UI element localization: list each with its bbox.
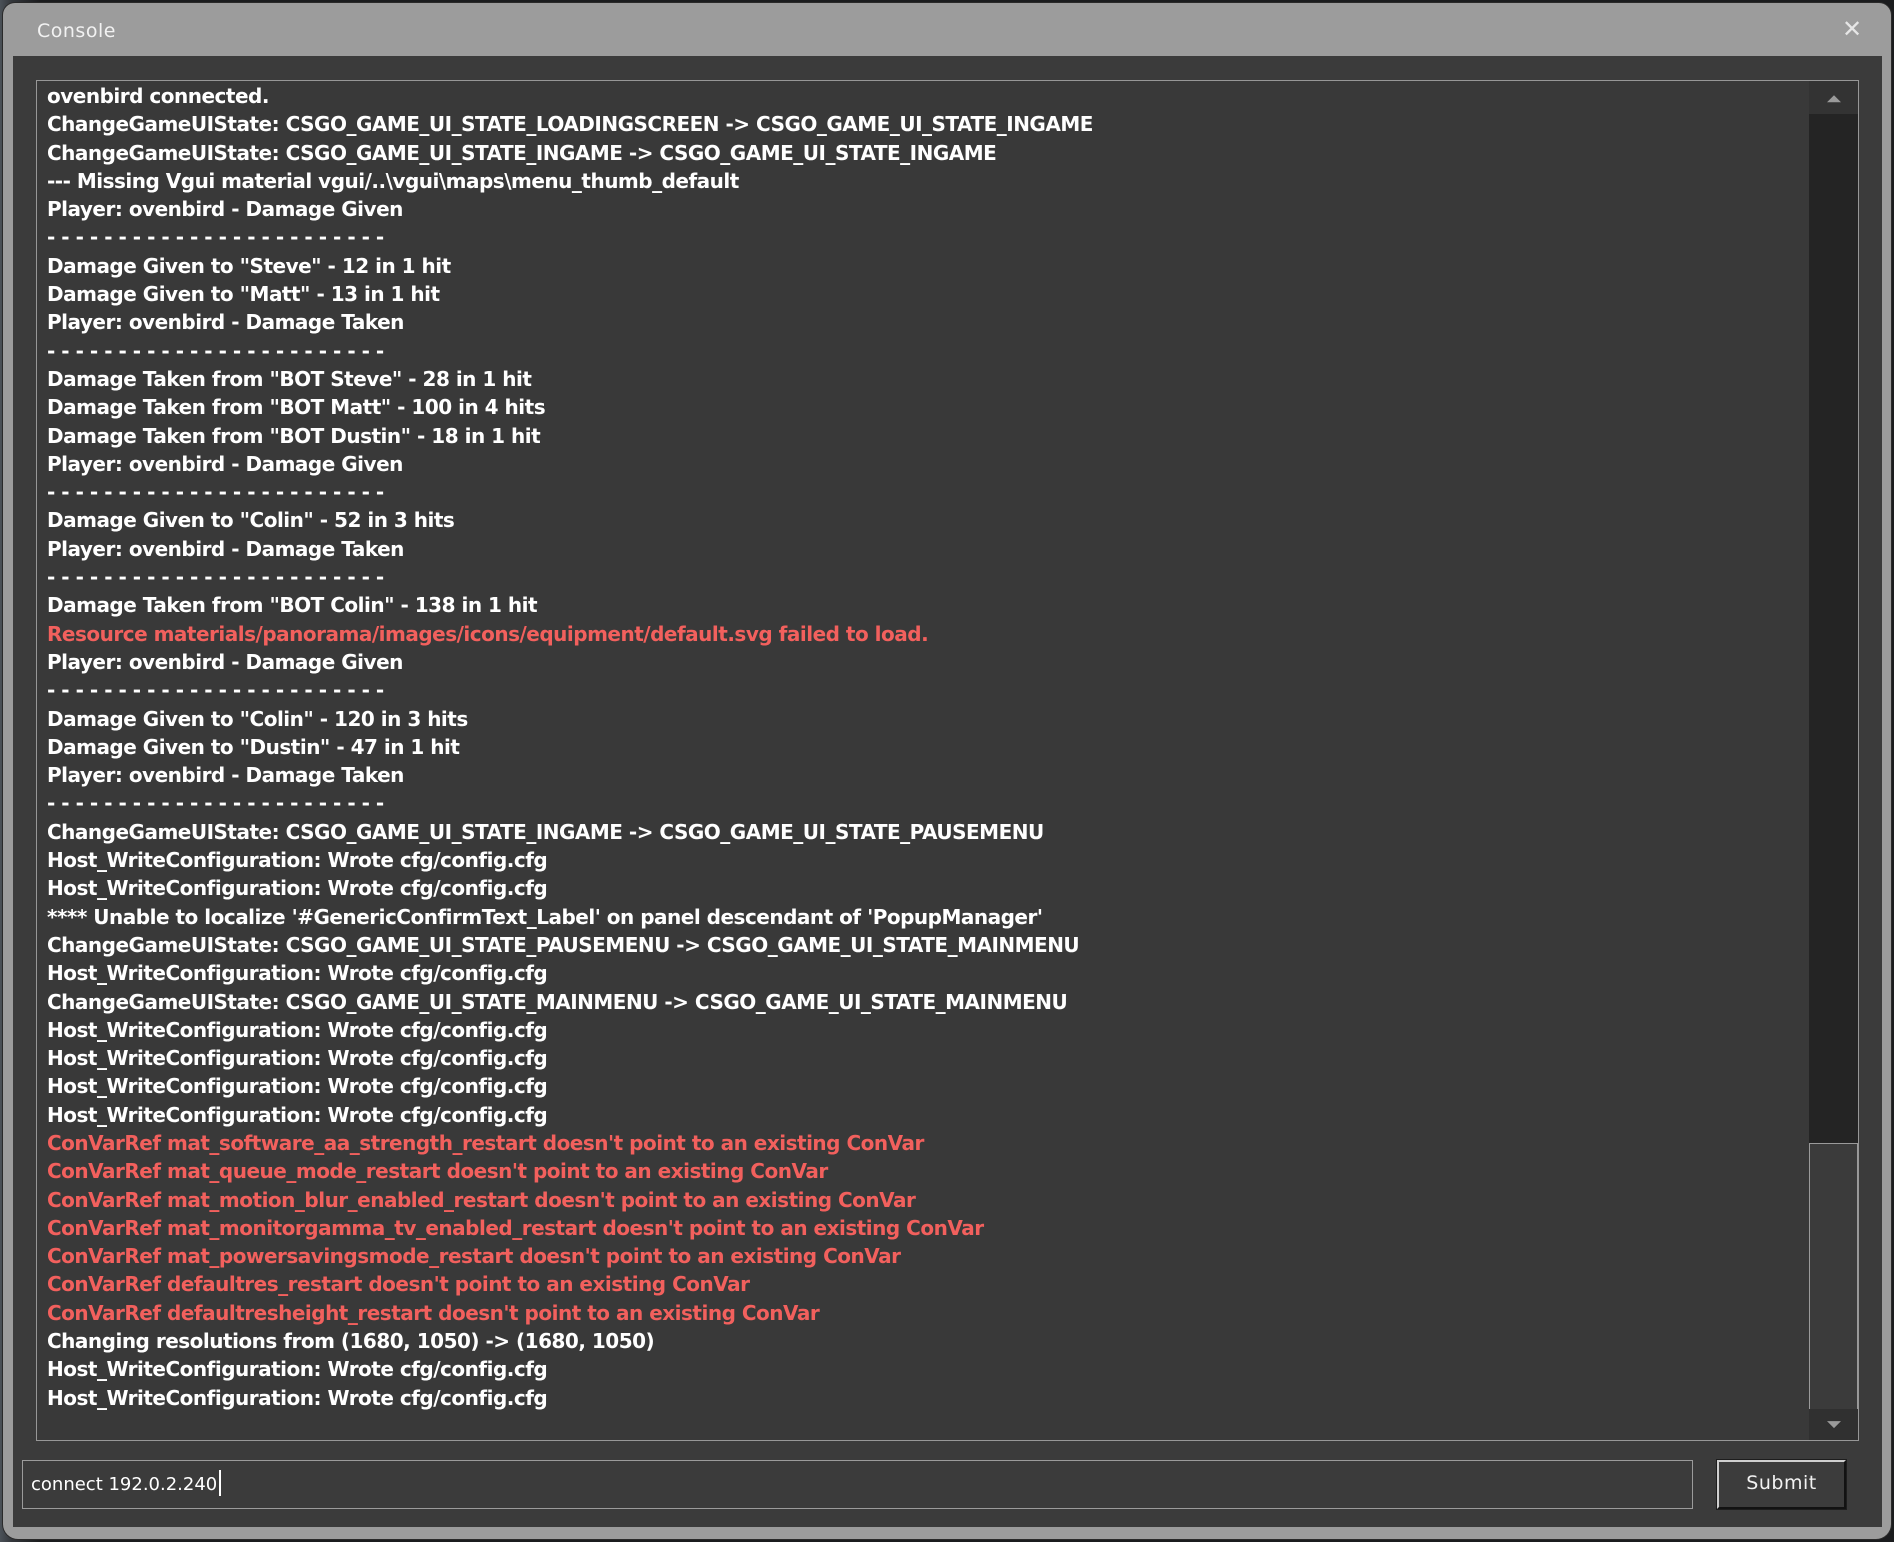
log-line: ------------------------: [47, 676, 1800, 704]
scrollbar[interactable]: [1809, 81, 1858, 1440]
scroll-up-button[interactable]: [1809, 81, 1858, 114]
console-window: Console ✕ ovenbird connected.ChangeGameU…: [3, 3, 1891, 1539]
log-line: Damage Taken from "BOT Steve" - 28 in 1 …: [47, 365, 1800, 393]
window-title: Console: [37, 20, 116, 42]
log-line: Player: ovenbird - Damage Taken: [47, 535, 1800, 563]
scrollbar-thumb[interactable]: [1809, 1143, 1858, 1411]
log-line: Player: ovenbird - Damage Taken: [47, 308, 1800, 336]
log-line: ConVarRef mat_monitorgamma_tv_enabled_re…: [47, 1214, 1800, 1242]
log-line: ConVarRef defaultresheight_restart doesn…: [47, 1299, 1800, 1327]
log-line: ChangeGameUIState: CSGO_GAME_UI_STATE_PA…: [47, 931, 1800, 959]
arrow-up-icon: [1827, 95, 1841, 102]
log-line: ConVarRef mat_motion_blur_enabled_restar…: [47, 1186, 1800, 1214]
log-line: Damage Given to "Colin" - 120 in 3 hits: [47, 705, 1800, 733]
log-line: Resource materials/panorama/images/icons…: [47, 620, 1800, 648]
log-line: ChangeGameUIState: CSGO_GAME_UI_STATE_MA…: [47, 988, 1800, 1016]
log-line: ------------------------: [47, 478, 1800, 506]
log-line: ------------------------: [47, 563, 1800, 591]
log-line: ------------------------: [47, 223, 1800, 251]
log-line: Host_WriteConfiguration: Wrote cfg/confi…: [47, 846, 1800, 874]
log-line: Damage Given to "Colin" - 52 in 3 hits: [47, 506, 1800, 534]
log-line: ConVarRef mat_software_aa_strength_resta…: [47, 1129, 1800, 1157]
log-line: Host_WriteConfiguration: Wrote cfg/confi…: [47, 1384, 1800, 1412]
log-line: Damage Given to "Matt" - 13 in 1 hit: [47, 280, 1800, 308]
log-line: --- Missing Vgui material vgui/..\vgui\m…: [47, 167, 1800, 195]
command-input-value: connect 192.0.2.240: [31, 1474, 217, 1495]
log-line: Damage Given to "Dustin" - 47 in 1 hit: [47, 733, 1800, 761]
log-line: Player: ovenbird - Damage Taken: [47, 761, 1800, 789]
console-log: ovenbird connected.ChangeGameUIState: CS…: [47, 82, 1800, 1438]
window-client-area: ovenbird connected.ChangeGameUIState: CS…: [13, 56, 1882, 1527]
desktop-background: Console ✕ ovenbird connected.ChangeGameU…: [0, 0, 1894, 1542]
log-line: Player: ovenbird - Damage Given: [47, 195, 1800, 223]
log-line: Host_WriteConfiguration: Wrote cfg/confi…: [47, 1044, 1800, 1072]
log-line: Host_WriteConfiguration: Wrote cfg/confi…: [47, 959, 1800, 987]
log-line: ConVarRef mat_powersavingsmode_restart d…: [47, 1242, 1800, 1270]
log-line: ovenbird connected.: [47, 82, 1800, 110]
log-line: Damage Given to "Steve" - 12 in 1 hit: [47, 252, 1800, 280]
log-line: Player: ovenbird - Damage Given: [47, 648, 1800, 676]
log-line: Host_WriteConfiguration: Wrote cfg/confi…: [47, 1101, 1800, 1129]
log-line: Host_WriteConfiguration: Wrote cfg/confi…: [47, 1355, 1800, 1383]
log-line: ConVarRef defaultres_restart doesn't poi…: [47, 1270, 1800, 1298]
arrow-down-icon: [1827, 1421, 1841, 1428]
log-line: Damage Taken from "BOT Colin" - 138 in 1…: [47, 591, 1800, 619]
log-line: ConVarRef mat_queue_mode_restart doesn't…: [47, 1157, 1800, 1185]
log-line: Host_WriteConfiguration: Wrote cfg/confi…: [47, 1016, 1800, 1044]
log-line: ------------------------: [47, 789, 1800, 817]
text-cursor: [219, 1470, 221, 1496]
log-line: ChangeGameUIState: CSGO_GAME_UI_STATE_IN…: [47, 139, 1800, 167]
log-line: Damage Taken from "BOT Dustin" - 18 in 1…: [47, 422, 1800, 450]
submit-button[interactable]: Submit: [1717, 1460, 1846, 1509]
log-line: Host_WriteConfiguration: Wrote cfg/confi…: [47, 874, 1800, 902]
log-line: Host_WriteConfiguration: Wrote cfg/confi…: [47, 1072, 1800, 1100]
log-line: Player: ovenbird - Damage Given: [47, 450, 1800, 478]
command-input[interactable]: connect 192.0.2.240: [22, 1460, 1693, 1509]
log-line: ChangeGameUIState: CSGO_GAME_UI_STATE_IN…: [47, 818, 1800, 846]
log-line: Damage Taken from "BOT Matt" - 100 in 4 …: [47, 393, 1800, 421]
log-line: ChangeGameUIState: CSGO_GAME_UI_STATE_LO…: [47, 110, 1800, 138]
close-icon[interactable]: ✕: [1837, 14, 1867, 44]
console-output-panel: ovenbird connected.ChangeGameUIState: CS…: [36, 80, 1859, 1441]
scroll-down-button[interactable]: [1809, 1409, 1858, 1440]
titlebar[interactable]: Console ✕: [3, 3, 1891, 56]
log-line: **** Unable to localize '#GenericConfirm…: [47, 903, 1800, 931]
log-line: Changing resolutions from (1680, 1050) -…: [47, 1327, 1800, 1355]
log-line: ------------------------: [47, 337, 1800, 365]
